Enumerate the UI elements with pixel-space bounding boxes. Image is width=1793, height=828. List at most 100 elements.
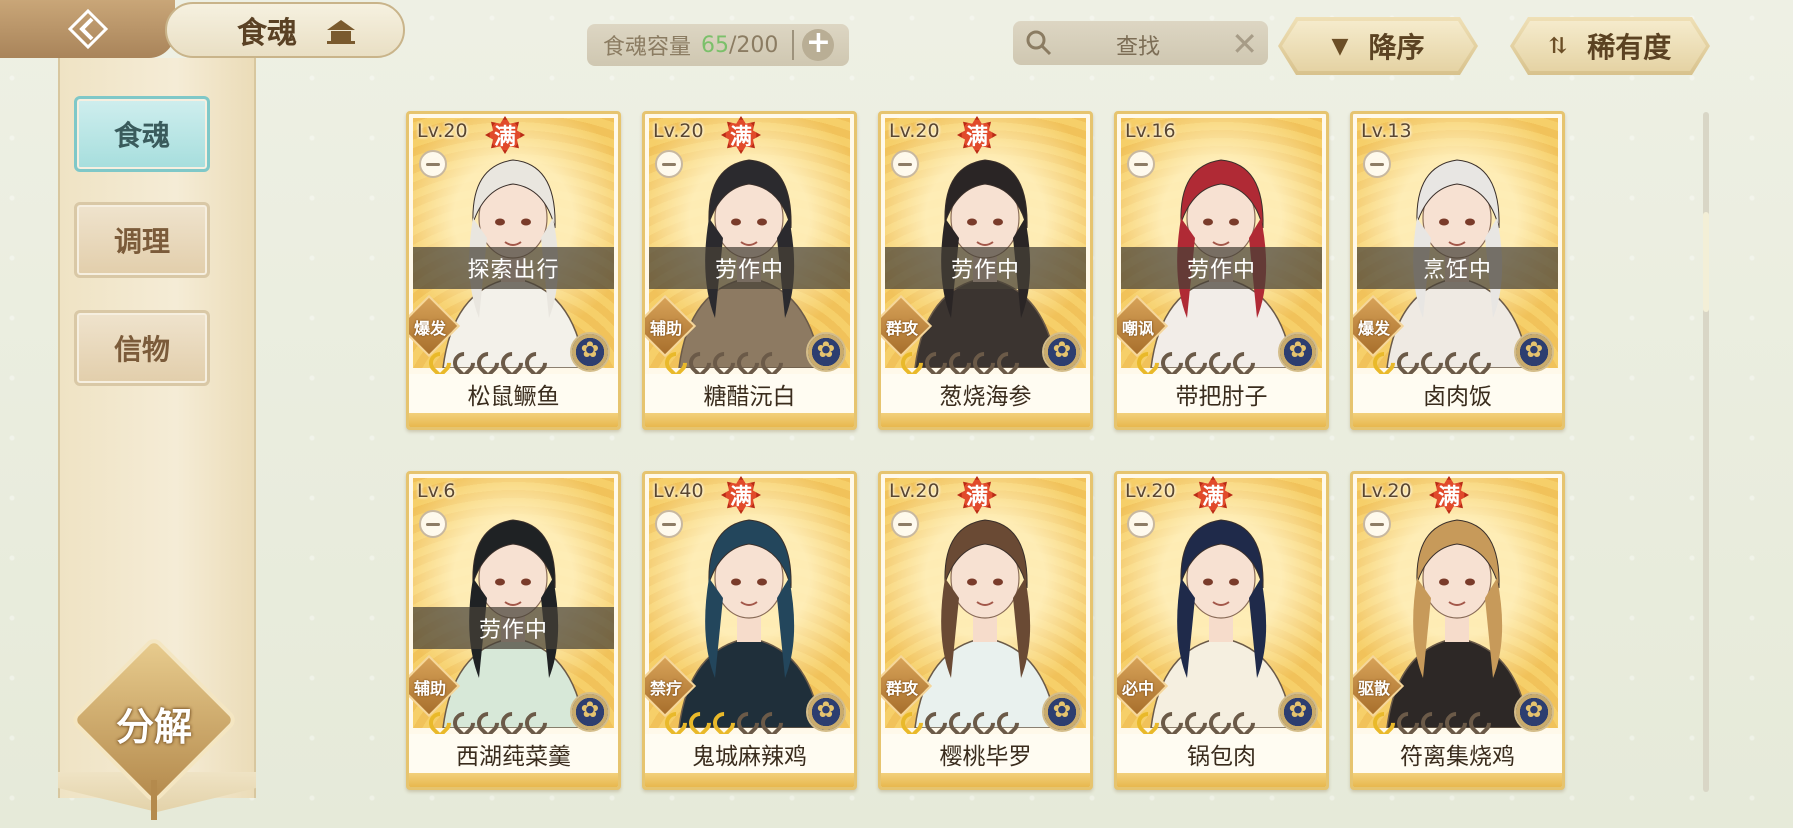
role-label: 必中 [1121,679,1154,698]
bowl-icon [1363,510,1391,538]
down-triangle-icon: ▼ [1331,33,1349,59]
sort-field-button[interactable]: ⇅ 稀有度 [1510,17,1710,75]
search-clear-button[interactable]: ✕ [1231,25,1258,63]
card-bottom-band [881,773,1090,787]
card-level: Lv.20 [417,120,468,142]
card-bottom-band [881,413,1090,427]
card-level: Lv.20 [1361,480,1412,502]
search-input[interactable]: 查找 ✕ [1013,21,1268,65]
capacity-current: 65 [701,32,730,58]
bowl-icon [1363,150,1391,178]
role-label: 爆发 [413,319,446,338]
element-emblem-icon [1042,692,1082,732]
role-label: 爆发 [1357,319,1390,338]
card-bottom-band [645,413,854,427]
element-emblem-icon [806,692,846,732]
search-placeholder: 查找 [1116,35,1161,60]
scrollbar-thumb[interactable] [1703,212,1709,312]
star-rank [660,707,788,739]
card-level: Lv.20 [653,120,704,142]
role-label: 驱散 [1357,679,1390,698]
food-soul-card[interactable]: Lv.20 满 探索出行 爆发 松鼠鳜鱼 [406,111,621,430]
page-title-plate: 食魂 [165,2,405,58]
role-label: 辅助 [413,679,446,698]
tab-food-souls[interactable]: 食魂 [74,96,210,172]
tab-food-souls-label: 食魂 [113,119,170,152]
bowl-icon [655,510,683,538]
role-label: 辅助 [649,319,682,338]
page-title: 食魂 [237,16,297,51]
food-soul-card[interactable]: Lv.20 满 劳作中 辅助 糖醋沅白 [642,111,857,430]
card-bottom-band [645,773,854,787]
tassel-ornament [151,780,157,820]
element-emblem-icon [1278,692,1318,732]
card-status: 劳作中 [1121,247,1322,289]
food-soul-card[interactable]: Lv.6 劳作中 辅助 西湖莼菜羹 [406,471,621,790]
food-soul-card[interactable]: Lv.13 烹饪中 爆发 卤肉饭 [1350,111,1565,430]
element-emblem-icon [806,332,846,372]
element-emblem-icon [570,692,610,732]
tab-tokens-label: 信物 [113,333,170,366]
capacity-divider [792,30,795,60]
card-level: Lv.13 [1361,120,1412,142]
card-level: Lv.40 [653,480,704,502]
card-status: 烹饪中 [1357,247,1558,289]
card-name: 鬼城麻辣鸡 [645,734,854,774]
card-name: 卤肉饭 [1353,374,1562,414]
food-soul-card[interactable]: Lv.20 满 必中 锅包肉 [1114,471,1329,790]
card-status: 探索出行 [413,247,614,289]
bowl-icon [1127,510,1155,538]
tab-conditioning[interactable]: 调理 [74,202,210,278]
decompose-label: 分解 [115,704,192,749]
bowl-icon [891,150,919,178]
capacity-add-button[interactable]: + [802,28,835,61]
card-level: Lv.20 [889,120,940,142]
bowl-icon [419,510,447,538]
tab-tokens[interactable]: 信物 [74,310,210,386]
food-soul-card[interactable]: Lv.20 满 劳作中 群攻 葱烧海参 [878,111,1093,430]
food-soul-card[interactable]: Lv.20 满 群攻 樱桃毕罗 [878,471,1093,790]
star-rank [1132,707,1260,739]
card-name: 带把肘子 [1117,374,1326,414]
food-soul-card[interactable]: Lv.40 满 禁疗 鬼城麻辣鸡 [642,471,857,790]
star-rank [424,707,552,739]
star-rank [896,347,1024,379]
card-status: 劳作中 [885,247,1086,289]
card-level: Lv.20 [1125,480,1176,502]
card-bottom-band [1353,773,1562,787]
card-name: 糖醋沅白 [645,374,854,414]
tab-conditioning-label: 调理 [113,225,170,258]
bowl-icon [655,150,683,178]
role-label: 群攻 [885,319,918,338]
role-label: 禁疗 [649,679,682,698]
sort-field-label: 稀有度 [1587,31,1672,64]
card-bottom-band [1353,413,1562,427]
capacity-max: /200 [729,32,779,58]
role-label: 群攻 [885,679,918,698]
sort-order-button[interactable]: ▼ 降序 [1278,17,1478,75]
role-label: 嘲讽 [1121,319,1154,338]
card-name: 樱桃毕罗 [881,734,1090,774]
food-soul-card[interactable]: Lv.20 满 驱散 符离集烧鸡 [1350,471,1565,790]
pavilion-icon [327,20,355,44]
back-button[interactable] [0,0,175,58]
star-rank [424,347,552,379]
star-rank [896,707,1024,739]
card-name: 锅包肉 [1117,734,1326,774]
card-bottom-band [1117,773,1326,787]
element-emblem-icon [570,332,610,372]
element-emblem-icon [1514,692,1554,732]
star-rank [1368,347,1496,379]
scrollbar[interactable] [1703,112,1709,792]
card-status: 劳作中 [413,607,614,649]
search-icon [1026,30,1052,56]
capacity-label: 食魂容量 [603,35,692,60]
card-bottom-band [409,773,618,787]
bowl-icon [1127,150,1155,178]
food-soul-card[interactable]: Lv.16 劳作中 嘲讽 带把肘子 [1114,111,1329,430]
card-name: 符离集烧鸡 [1353,734,1562,774]
sort-arrows-icon: ⇅ [1548,33,1568,59]
star-rank [1368,707,1496,739]
back-arrow-icon [67,8,108,50]
capacity-display: 食魂容量 65 /200 + [587,24,849,66]
